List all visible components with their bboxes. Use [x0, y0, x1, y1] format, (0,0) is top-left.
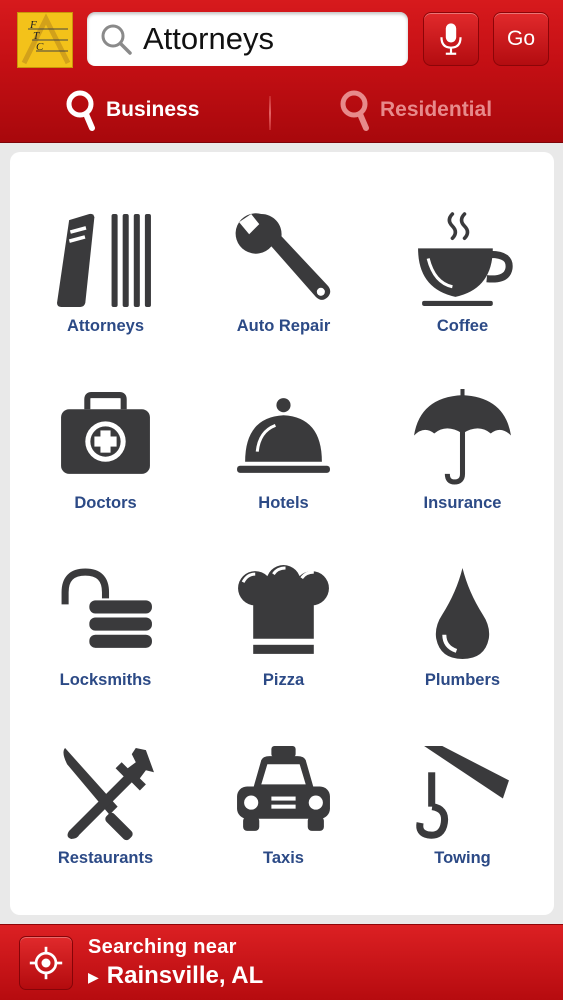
locate-me-button[interactable]: [19, 936, 73, 990]
service-bell-icon: [237, 398, 330, 473]
search-input[interactable]: [143, 21, 393, 57]
tab-residential-label: Residential: [380, 98, 493, 121]
searching-near-label: Searching near: [88, 936, 237, 958]
app-header: F T C Go Business: [0, 0, 563, 143]
category-label: Attorneys: [66, 317, 144, 335]
search-icon: [66, 90, 95, 131]
voice-search-button[interactable]: [423, 12, 479, 66]
category-pizza[interactable]: Pizza: [193, 564, 374, 741]
category-locksmiths[interactable]: Locksmiths: [15, 564, 196, 741]
location-selector[interactable]: ▶ Rainsville, AL: [88, 962, 263, 990]
location-bar: Searching near ▶ Rainsville, AL: [0, 924, 563, 1000]
search-icon: [101, 24, 132, 55]
crosshair-icon: [29, 946, 63, 980]
category-hotels[interactable]: Hotels: [193, 387, 374, 564]
search-mode-tabs: Business Residential: [0, 80, 563, 140]
category-towing[interactable]: Towing: [372, 742, 553, 919]
category-coffee[interactable]: Coffee: [372, 210, 553, 387]
microphone-icon: [440, 23, 462, 55]
category-insurance[interactable]: Insurance: [372, 387, 553, 564]
coffee-cup-icon: [418, 212, 513, 306]
category-attorneys[interactable]: Attorneys: [15, 210, 196, 387]
umbrella-icon: [414, 389, 511, 485]
tow-hook-icon: [416, 746, 509, 839]
go-button[interactable]: Go: [493, 12, 549, 66]
category-label: Hotels: [258, 494, 309, 512]
category-label: Restaurants: [57, 849, 154, 867]
category-grid: Attorneys Auto Repair Coffee Doctors Hot…: [10, 152, 554, 915]
books-icon: [57, 213, 151, 307]
category-label: Auto Repair: [236, 317, 331, 335]
wrench-icon: [235, 213, 331, 300]
category-label: Towing: [434, 849, 491, 867]
search-icon: [340, 90, 369, 131]
padlock-icon: [61, 568, 152, 648]
category-plumbers[interactable]: Plumbers: [372, 564, 553, 741]
category-label: Pizza: [262, 671, 305, 689]
tab-residential[interactable]: Residential: [338, 80, 492, 140]
category-doctors[interactable]: Doctors: [15, 387, 196, 564]
current-city: Rainsville, AL: [106, 962, 264, 989]
svg-text:C: C: [36, 41, 44, 53]
chef-hat-icon: [238, 565, 329, 654]
category-label: Taxis: [263, 849, 304, 867]
category-label: Insurance: [423, 494, 502, 512]
category-taxis[interactable]: Taxis: [193, 742, 374, 919]
category-label: Doctors: [74, 494, 137, 512]
tab-business-label: Business: [106, 98, 200, 121]
category-auto-repair[interactable]: Auto Repair: [193, 210, 374, 387]
category-restaurants[interactable]: Restaurants: [15, 742, 196, 919]
category-label: Plumbers: [424, 671, 501, 689]
taxi-icon: [237, 746, 330, 831]
knife-fork-icon: [63, 748, 154, 841]
category-label: Locksmiths: [59, 671, 152, 689]
medical-bag-icon: [61, 392, 150, 474]
water-drop-icon: [435, 568, 490, 659]
category-label: Coffee: [436, 317, 489, 335]
tab-business[interactable]: Business: [64, 80, 199, 140]
ftc-logo-icon: F T C: [21, 13, 71, 65]
app-logo: F T C: [17, 12, 73, 68]
tab-divider: [269, 96, 271, 130]
search-box[interactable]: [87, 12, 408, 66]
caret-right-icon: ▶: [88, 968, 99, 985]
